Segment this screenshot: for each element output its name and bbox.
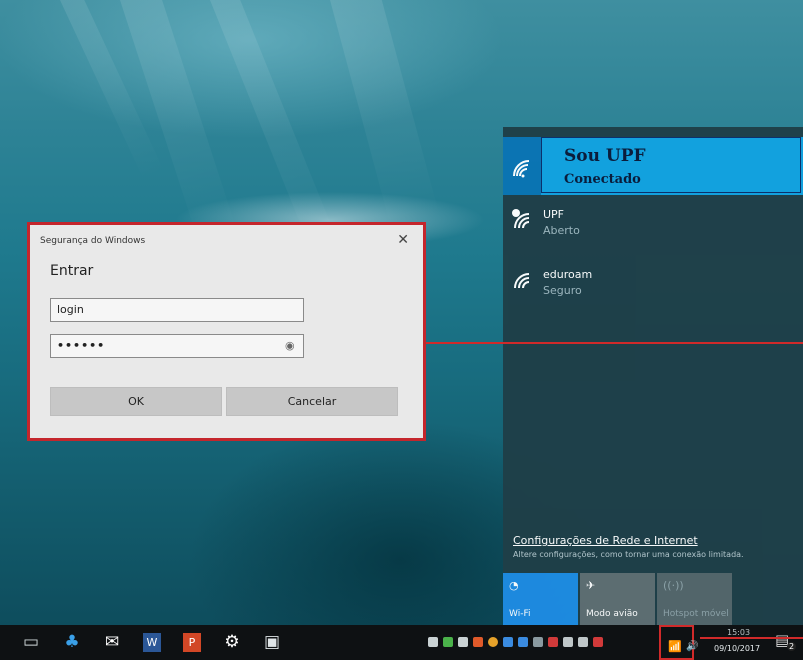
network-settings-description: Altere configurações, como tornar uma co… — [513, 550, 744, 559]
tray-app-icon[interactable] — [563, 637, 573, 647]
dialog-title: Segurança do Windows — [40, 236, 146, 246]
notification-count-badge: 2 — [787, 642, 797, 651]
login-input[interactable]: login — [50, 298, 304, 322]
tray-app-icon[interactable] — [503, 637, 513, 647]
wifi-open-icon — [512, 209, 530, 229]
network-item-connected[interactable]: Sou UPF Conectado — [503, 137, 803, 195]
wifi-icon — [513, 160, 530, 178]
password-input[interactable]: •••••• — [50, 334, 304, 358]
show-password-eye-icon[interactable]: ◉ — [285, 339, 295, 352]
network-ssid: UPF — [543, 208, 565, 221]
network-app-icon[interactable]: ♣ — [63, 633, 81, 652]
word-icon[interactable]: W — [143, 633, 161, 652]
light-ray — [330, 0, 441, 232]
tray-app-icon[interactable] — [473, 637, 483, 647]
tray-app-icon[interactable] — [518, 637, 528, 647]
cancel-button[interactable]: Cancelar — [226, 387, 398, 416]
quick-action-mobile-hotspot[interactable]: ((·)) Hotspot móvel — [657, 573, 732, 625]
windows-security-dialog: Segurança do Windows ✕ Entrar login ••••… — [27, 222, 426, 441]
tray-app-icon[interactable] — [458, 637, 468, 647]
connected-status: Conectado — [564, 172, 641, 187]
clock-date[interactable]: 09/10/2017 — [714, 644, 760, 653]
network-item-eduroam[interactable]: eduroam Seguro — [503, 262, 803, 312]
clock-time[interactable]: 15:03 — [727, 628, 750, 637]
tray-app-icon[interactable] — [428, 637, 438, 647]
tray-app-icon[interactable] — [548, 637, 558, 647]
tray-app-icon[interactable] — [593, 637, 603, 647]
quick-action-label: Modo avião — [586, 609, 638, 619]
quick-action-label: Wi-Fi — [509, 609, 531, 619]
quick-action-label: Hotspot móvel — [663, 609, 729, 619]
quick-action-airplane-mode[interactable]: ✈ Modo avião — [580, 573, 655, 625]
mail-icon[interactable]: ✉ — [103, 633, 121, 652]
window-app-icon[interactable]: ▣ — [263, 633, 281, 652]
wifi-secure-icon — [514, 273, 530, 289]
annotation-underline — [700, 637, 803, 639]
hotspot-icon: ((·)) — [663, 579, 684, 592]
network-item-upf[interactable]: UPF Aberto — [503, 202, 803, 252]
network-ssid: eduroam — [543, 268, 593, 281]
network-settings-link[interactable]: Configurações de Rede e Internet — [513, 534, 698, 547]
annotation-connector-line — [424, 342, 803, 344]
dialog-heading: Entrar — [50, 263, 94, 279]
tray-app-icon[interactable] — [488, 637, 498, 647]
task-view-icon[interactable]: ▭ — [22, 633, 40, 652]
powerpoint-icon[interactable]: P — [183, 633, 201, 652]
volume-icon[interactable]: 🔊 — [686, 637, 698, 656]
wifi-icon: ◔ — [509, 579, 519, 592]
wifi-connected-tile — [503, 137, 541, 195]
network-status: Seguro — [543, 284, 582, 297]
tray-app-icon[interactable] — [533, 637, 543, 647]
gear-icon[interactable]: ⚙ — [223, 633, 241, 652]
ok-button[interactable]: OK — [50, 387, 222, 416]
tray-app-icon[interactable] — [443, 637, 453, 647]
tray-app-icon[interactable] — [578, 637, 588, 647]
close-icon[interactable]: ✕ — [397, 232, 409, 248]
network-status: Aberto — [543, 224, 580, 237]
quick-action-wifi[interactable]: ◔ Wi-Fi — [503, 573, 578, 625]
network-flyout: Sou UPF Conectado UPF Aberto eduroam Seg… — [503, 127, 803, 625]
airplane-icon: ✈ — [586, 579, 596, 592]
connected-ssid: Sou UPF — [564, 146, 646, 166]
taskbar: ▭ ♣ ✉ W P ⚙ ▣ 📶 🔊 15:03 09/10/2017 ▤ 2 — [0, 625, 803, 660]
connected-network-label-box: Sou UPF Conectado — [541, 137, 801, 193]
tray-network-icon[interactable]: 📶 — [668, 637, 682, 656]
